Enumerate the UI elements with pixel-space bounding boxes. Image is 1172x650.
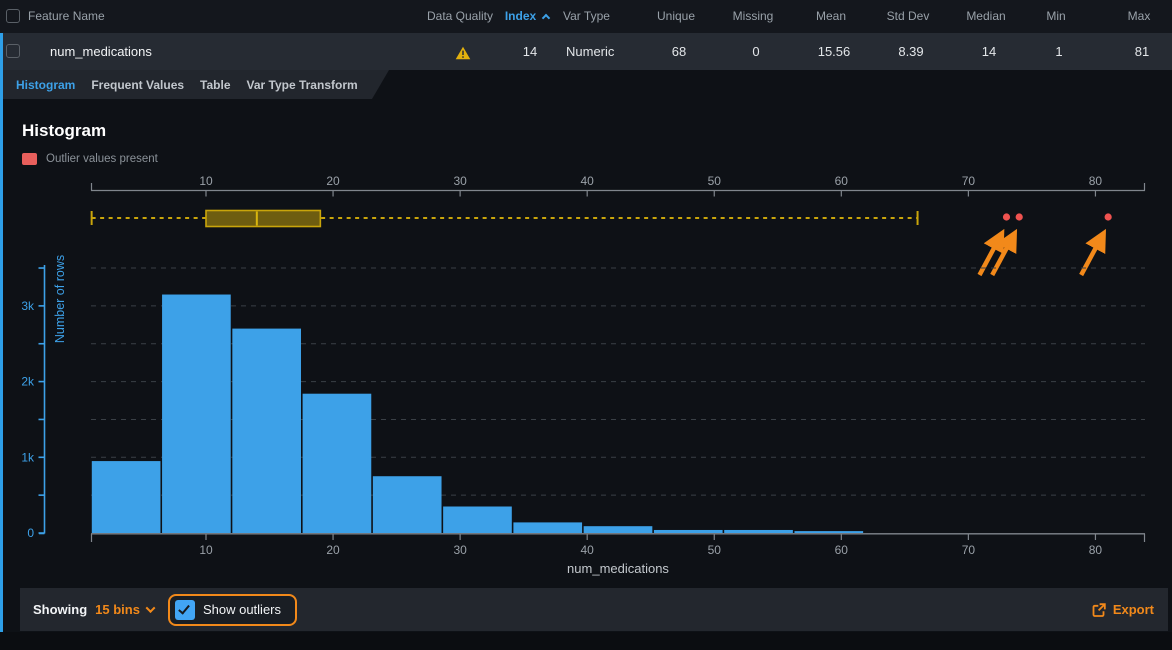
tab-bar: HistogramFrequent ValuesTable Var Type Tr…: [3, 70, 1172, 99]
outlier-legend-label: Outlier values present: [46, 153, 158, 165]
svg-text:20: 20: [326, 543, 340, 557]
outlier-dot: [1003, 213, 1010, 220]
row-checkbox[interactable]: [6, 44, 20, 58]
export-label: Export: [1113, 602, 1154, 617]
svg-text:20: 20: [326, 174, 340, 188]
svg-text:40: 40: [581, 543, 595, 557]
cell-index: 14: [485, 33, 575, 70]
cell-max: 81: [1102, 33, 1172, 70]
tab-table[interactable]: Table: [200, 78, 243, 92]
column-header-feature-name[interactable]: Feature Name: [28, 0, 105, 33]
histogram-bar[interactable]: [513, 522, 582, 533]
svg-text:50: 50: [708, 174, 722, 188]
y-axis: 0 1k 2k 3k Number of rows: [21, 255, 67, 540]
svg-text:2k: 2k: [21, 375, 35, 389]
svg-text:3k: 3k: [21, 299, 35, 313]
box-plot: [92, 211, 918, 227]
svg-text:80: 80: [1089, 543, 1103, 557]
show-outliers-label: Show outliers: [203, 602, 281, 617]
cell-min: 1: [1019, 33, 1099, 70]
tab-frequent-values[interactable]: Frequent Values: [91, 78, 197, 92]
section-title: Histogram: [22, 121, 106, 141]
svg-text:70: 70: [962, 174, 976, 188]
histogram-bars: [92, 295, 863, 533]
histogram-bar[interactable]: [724, 530, 793, 533]
histogram-bar[interactable]: [373, 476, 442, 533]
column-header-index[interactable]: Index: [482, 0, 572, 33]
warning-icon: [455, 46, 471, 60]
histogram-bar[interactable]: [584, 526, 653, 533]
bins-dropdown[interactable]: 15 bins: [95, 602, 154, 617]
svg-text:60: 60: [835, 174, 849, 188]
histogram-bar[interactable]: [92, 461, 161, 533]
x-axis: 10 20 30 40 50 60 70 80 num_medications: [91, 534, 1145, 576]
chevron-down-icon: [146, 603, 156, 613]
tab-histogram[interactable]: Histogram: [16, 78, 88, 92]
outlier-arrow-icon: [1081, 236, 1102, 275]
histogram-bar[interactable]: [443, 507, 512, 533]
column-header-min[interactable]: Min: [1016, 0, 1096, 33]
histogram-chart: 10 20 30 40 50 60 70 80 0 1k 2k 3k Number of rows 10 2…: [0, 170, 1172, 588]
histogram-bar[interactable]: [303, 394, 372, 533]
outlier-legend-swatch: [22, 153, 37, 165]
checkmark-icon: [178, 602, 190, 614]
chart-footer: Showing 15 bins Show outliers Export: [20, 588, 1168, 631]
svg-text:80: 80: [1089, 174, 1103, 188]
sort-ascending-icon: [542, 14, 550, 22]
x-axis-title: num_medications: [567, 561, 669, 576]
boxplot-ruler: 10 20 30 40 50 60 70 80: [91, 174, 1145, 197]
svg-text:1k: 1k: [21, 450, 35, 464]
feature-detail-panel: num_medications 14Numeric68015.568.39141…: [0, 33, 1172, 632]
histogram-bar[interactable]: [654, 530, 723, 533]
svg-text:30: 30: [453, 543, 467, 557]
svg-text:0: 0: [27, 526, 34, 540]
svg-text:40: 40: [581, 174, 595, 188]
histogram-bar[interactable]: [162, 295, 231, 533]
select-all-checkbox[interactable]: [6, 9, 20, 23]
export-button[interactable]: Export: [1091, 602, 1154, 618]
show-outliers-toggle[interactable]: Show outliers: [168, 594, 297, 626]
export-icon: [1091, 602, 1107, 618]
feature-data-page: Feature Name Data QualityIndexVar TypeUn…: [0, 0, 1172, 650]
outlier-dot: [1105, 213, 1112, 220]
histogram-bar[interactable]: [794, 531, 863, 533]
outlier-annotations: [979, 213, 1111, 275]
outlier-legend: Outlier values present: [22, 153, 158, 165]
cell-feature-name: num_medications: [50, 33, 152, 70]
tab-strip: HistogramFrequent ValuesTable Var Type Tr…: [3, 70, 389, 99]
histogram-svg: 10 20 30 40 50 60 70 80 0 1k 2k 3k Number of rows 10 2…: [0, 170, 1172, 588]
svg-text:60: 60: [835, 543, 849, 557]
show-outliers-checkbox[interactable]: [175, 600, 195, 620]
showing-label: Showing: [33, 602, 87, 617]
tab-var-type-transform[interactable]: Var Type Transform: [247, 78, 371, 92]
bins-dropdown-value: 15 bins: [95, 602, 140, 617]
svg-text:30: 30: [453, 174, 467, 188]
svg-text:70: 70: [962, 543, 976, 557]
svg-text:10: 10: [199, 174, 213, 188]
svg-text:50: 50: [708, 543, 722, 557]
y-axis-title: Number of rows: [53, 255, 67, 343]
column-header-max[interactable]: Max: [1099, 0, 1172, 33]
feature-row[interactable]: num_medications 14Numeric68015.568.39141…: [3, 33, 1172, 70]
feature-table-header: Feature Name Data QualityIndexVar TypeUn…: [0, 0, 1172, 33]
outlier-dot: [1016, 213, 1023, 220]
histogram-bar[interactable]: [232, 329, 301, 533]
svg-text:10: 10: [199, 543, 213, 557]
